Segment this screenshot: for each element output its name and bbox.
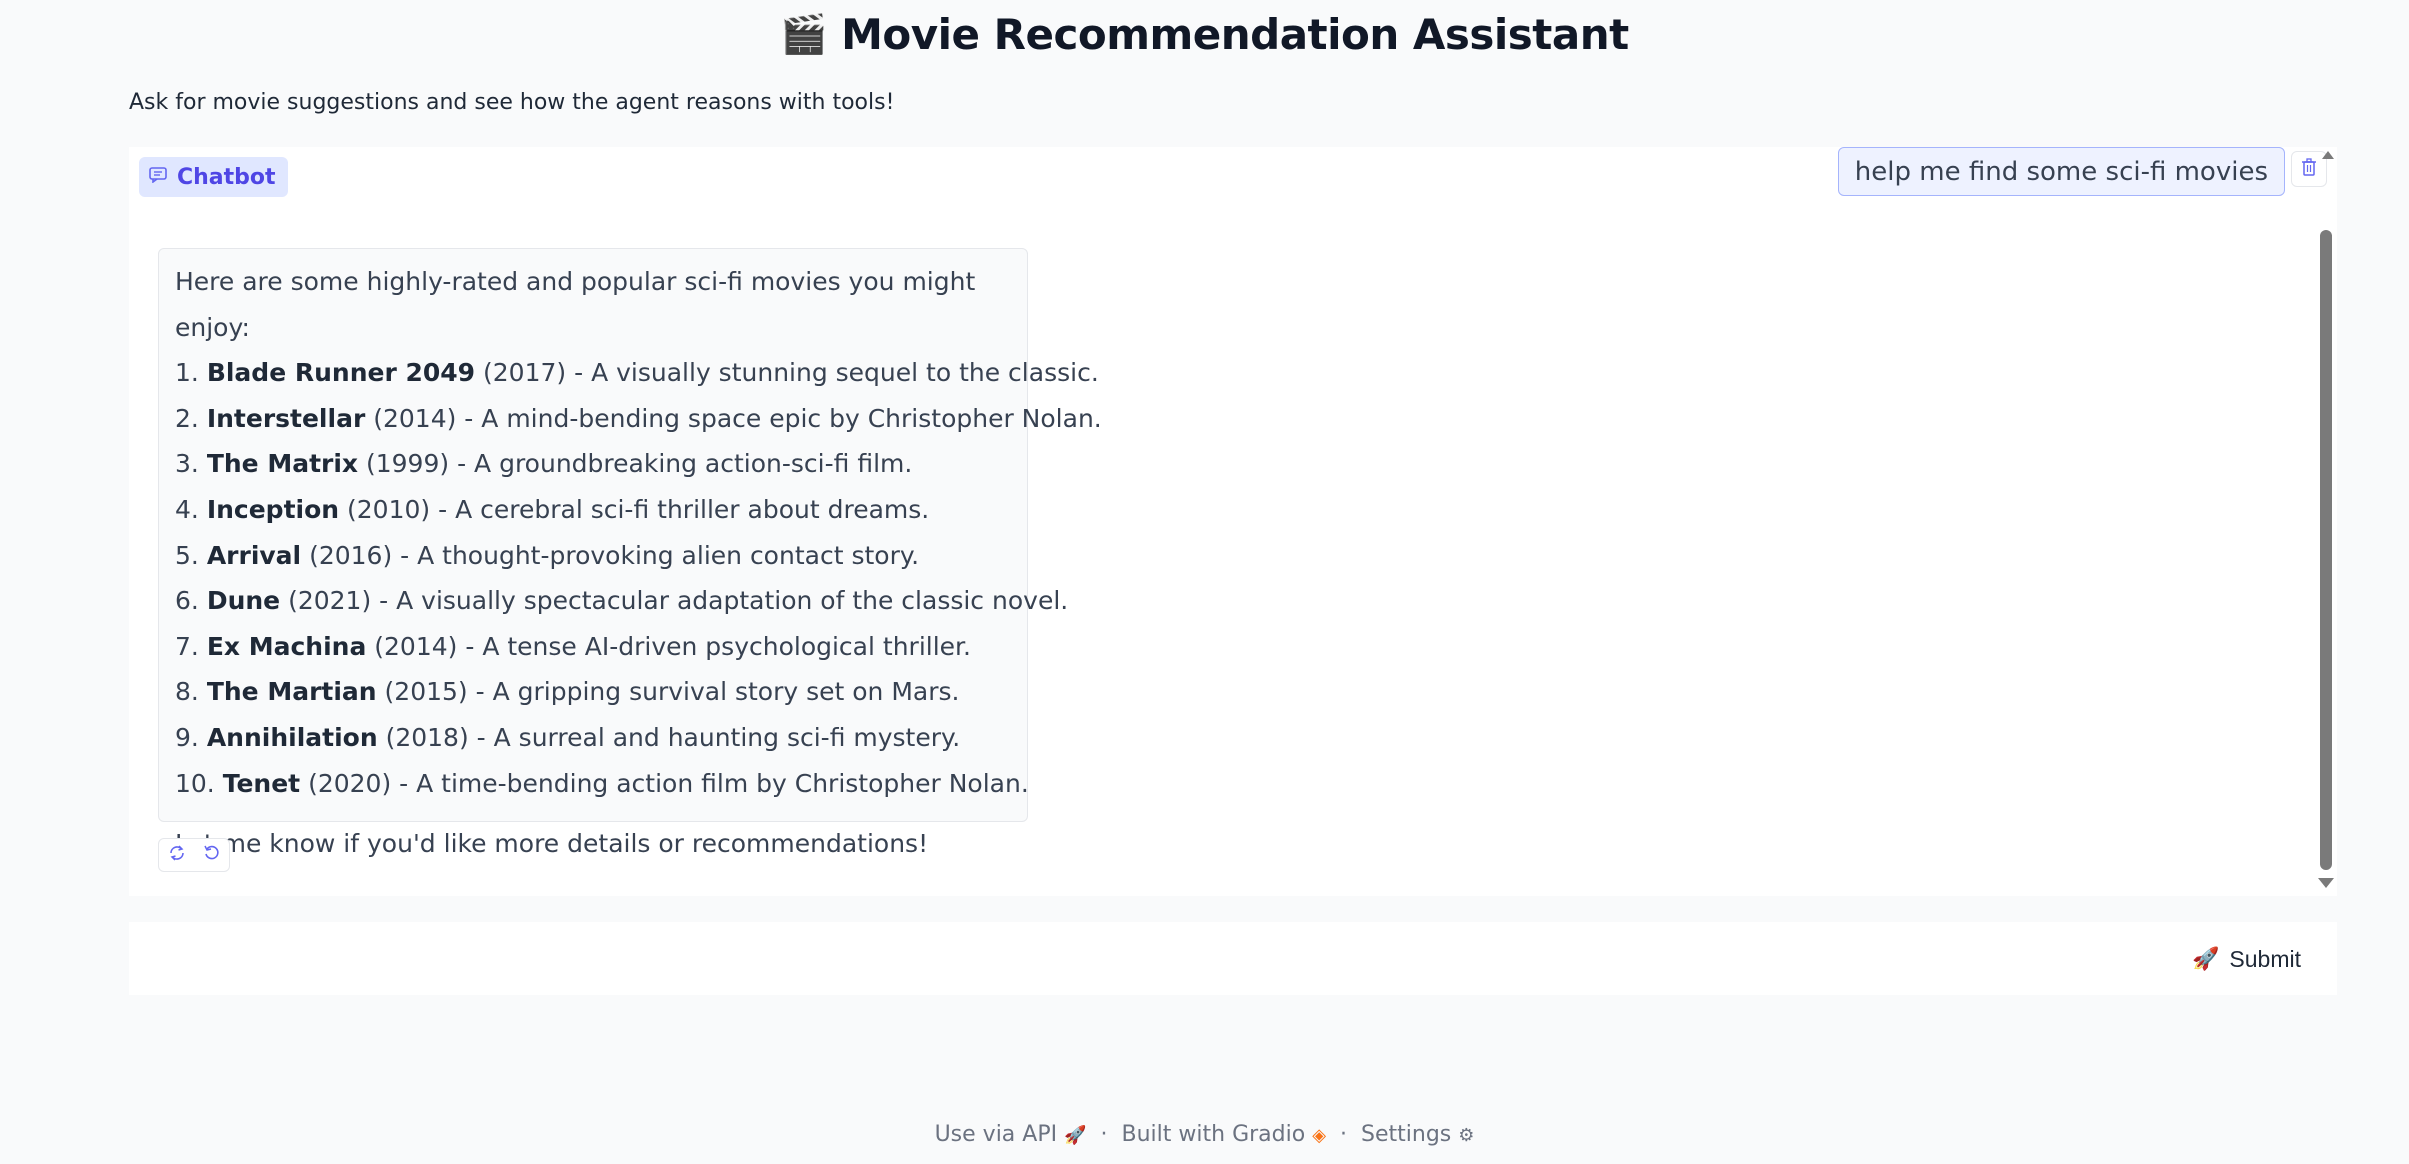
recommendation-list: 1. Blade Runner 2049 (2017) - A visually… <box>175 350 1102 806</box>
scroll-up-arrow[interactable] <box>2322 151 2334 159</box>
message-input-panel: 🚀 Submit <box>129 922 2337 997</box>
footer: Use via API 🚀 · Built with Gradio ◈ · Se… <box>0 1122 2409 1147</box>
list-item: 3. The Matrix (1999) - A groundbreaking … <box>175 449 913 479</box>
list-item: 10. Tenet (2020) - A time-bending action… <box>175 768 1029 798</box>
list-item: 5. Arrival (2016) - A thought-provoking … <box>175 540 920 570</box>
rocket-icon: 🚀 <box>1064 1125 1087 1146</box>
page-title: 🎬 Movie Recommendation Assistant <box>0 10 2409 59</box>
page-title-text: Movie Recommendation Assistant <box>841 10 1629 59</box>
trash-icon <box>2301 157 2317 181</box>
bot-message: Here are some highly-rated and popular s… <box>158 248 1102 858</box>
list-item: 9. Annihilation (2018) - A surreal and h… <box>175 722 961 752</box>
bot-message-outro: Let me know if you'd like more details o… <box>175 829 929 859</box>
submit-button[interactable]: 🚀 Submit <box>2186 941 2307 977</box>
page-subtitle: Ask for movie suggestions and see how th… <box>129 90 895 115</box>
rocket-icon: 🚀 <box>2192 946 2220 971</box>
message-input[interactable] <box>139 922 2143 997</box>
chatbot-label-text: Chatbot <box>177 164 276 190</box>
settings-link[interactable]: Settings ⚙ <box>1361 1122 1474 1147</box>
use-via-api-link[interactable]: Use via API 🚀 <box>935 1122 1087 1147</box>
message-actions <box>158 838 230 872</box>
gradio-logo-icon: ◈ <box>1312 1125 1327 1146</box>
list-item: 4. Inception (2010) - A cerebral sci-fi … <box>175 494 930 524</box>
chatbot-label: Chatbot <box>139 157 288 197</box>
bot-message-intro: Here are some highly-rated and popular s… <box>175 267 976 342</box>
list-item: 1. Blade Runner 2049 (2017) - A visually… <box>175 358 1099 388</box>
submit-button-label: Submit <box>2229 945 2301 972</box>
clapper-board-icon: 🎬 <box>780 12 828 56</box>
chat-scrollbar[interactable] <box>2320 230 2332 870</box>
footer-separator: · <box>1100 1122 1108 1147</box>
retry-icon[interactable] <box>168 844 186 867</box>
list-item: 2. Interstellar (2014) - A mind-bending … <box>175 403 1102 433</box>
list-item: 8. The Martian (2015) - A gripping survi… <box>175 677 960 707</box>
chatbot-panel: Chatbot help me find some sci-fi movies … <box>129 147 2337 896</box>
built-with-gradio-link[interactable]: Built with Gradio ◈ <box>1122 1122 1327 1147</box>
footer-separator: · <box>1340 1122 1348 1147</box>
user-message: help me find some sci-fi movies <box>1837 147 2285 196</box>
list-item: 6. Dune (2021) - A visually spectacular … <box>175 586 1069 616</box>
chat-bubble-icon <box>149 166 167 188</box>
gear-icon: ⚙ <box>1458 1125 1475 1146</box>
list-item: 7. Ex Machina (2014) - A tense AI-driven… <box>175 631 971 661</box>
scroll-down-arrow[interactable] <box>2318 878 2334 888</box>
undo-icon[interactable] <box>203 844 221 867</box>
